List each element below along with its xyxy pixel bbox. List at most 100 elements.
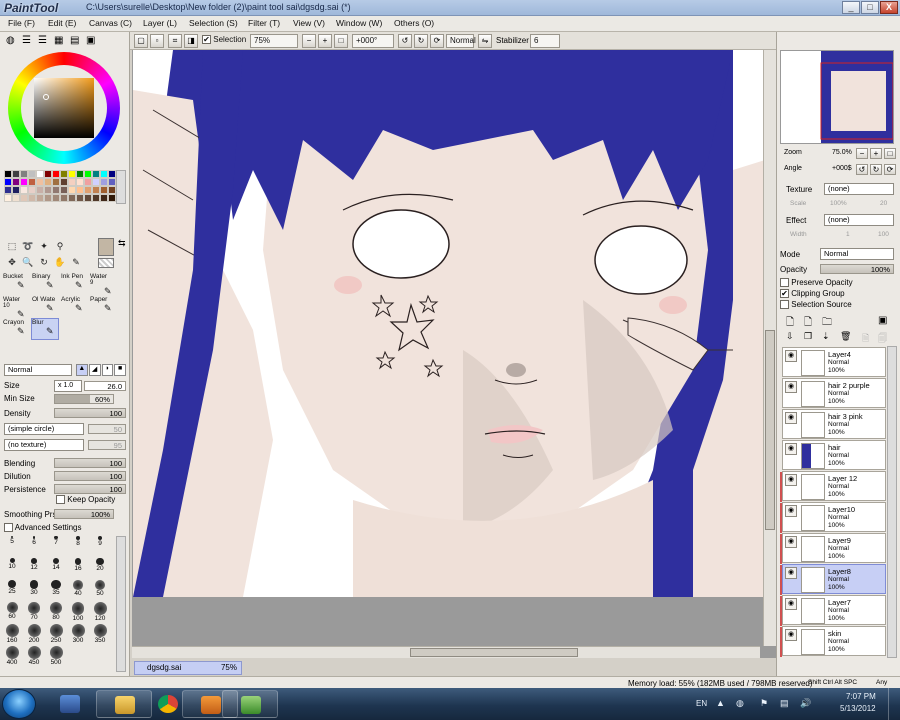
color-swatch[interactable] (108, 170, 116, 178)
brush-size-preset[interactable]: 8 (68, 536, 88, 558)
rotate-left-icon[interactable]: ↺ (398, 34, 412, 48)
crop-icon[interactable]: ⌗ (168, 34, 182, 48)
advanced-settings-option[interactable]: Advanced Settings (4, 523, 82, 533)
primary-color-swatch[interactable] (98, 238, 114, 256)
color-swatch[interactable] (68, 194, 76, 202)
color-swatch[interactable] (36, 170, 44, 178)
menu-file[interactable]: File (F) (8, 18, 35, 28)
zoom-icon[interactable]: 🔍 (22, 256, 34, 268)
brush-size-scrollbar[interactable] (116, 536, 126, 672)
language-indicator[interactable]: EN (696, 699, 707, 708)
tray-network-icon[interactable]: ▤ (780, 698, 789, 709)
swatch-icon[interactable]: ▦ (54, 35, 63, 46)
menu-edit[interactable]: Edit (E) (48, 18, 76, 28)
brush-size-preset[interactable]: 14 (46, 558, 66, 580)
color-swatch[interactable] (92, 178, 100, 186)
brush-size-preset[interactable]: 10 (2, 558, 22, 580)
hsv-slider-icon[interactable]: ☰ (38, 35, 47, 46)
brush-tool-bucket[interactable]: Bucket ✎ (2, 272, 30, 294)
zoom-out-icon[interactable]: − (302, 34, 316, 48)
brush-size-preset[interactable]: 400 (2, 646, 22, 668)
brush-blend-mode[interactable]: Normal (4, 364, 72, 376)
task-explorer[interactable] (96, 690, 152, 718)
color-swatch[interactable] (36, 178, 44, 186)
tray-arrow-icon[interactable]: ▲ (716, 698, 725, 708)
document-tab[interactable]: dgsdg.sai 75% (134, 661, 242, 675)
brush-size-preset[interactable]: 80 (46, 602, 66, 624)
color-swatch[interactable] (92, 186, 100, 194)
brush-tool-acrylic[interactable]: Acrylic ✎ (60, 295, 88, 317)
eye-icon[interactable]: ◉ (785, 350, 797, 362)
brush-size-preset[interactable]: 450 (24, 646, 44, 668)
new-layer-icon[interactable]: 🗋 (786, 315, 794, 332)
maximize-button[interactable]: □ (861, 1, 879, 14)
color-swatch[interactable] (44, 170, 52, 178)
canvas-vertical-scrollbar[interactable] (763, 50, 776, 646)
merge-down-icon[interactable]: ⇣ (822, 331, 830, 342)
color-swatch[interactable] (20, 178, 28, 186)
color-swatch[interactable] (12, 186, 20, 194)
eye-icon[interactable]: ◉ (785, 474, 797, 486)
brush-size-preset[interactable]: 250 (46, 624, 66, 646)
layer-row[interactable]: ◉ Layer8 Normal 100% (780, 564, 886, 595)
canvas-mode-select[interactable]: Normal (446, 34, 476, 48)
magic-wand-icon[interactable]: ✦ (38, 240, 50, 252)
tray-flag-icon[interactable]: ⚑ (760, 698, 768, 709)
color-swatch[interactable] (108, 178, 116, 186)
canvas-artwork[interactable] (133, 50, 765, 597)
eye-icon[interactable]: ◉ (785, 629, 797, 641)
scratchpad-icon[interactable]: ▤ (70, 35, 79, 46)
brush-blend-select[interactable]: Normal (4, 364, 72, 376)
selection-toggle[interactable]: Selection (202, 34, 246, 48)
nav-rotate-reset-icon[interactable]: ⟳ (884, 164, 896, 175)
tray-app-icon[interactable]: ◍ (736, 698, 744, 709)
rect-select-icon[interactable]: ⬚ (6, 240, 18, 252)
rotate-reset-icon[interactable]: ⟳ (430, 34, 444, 48)
close-button[interactable]: X (880, 1, 898, 14)
layer-opacity-slider[interactable]: 100% (820, 264, 894, 274)
brush-tool-blur[interactable]: Blur ✎ (31, 318, 59, 340)
brush-tool-binary[interactable]: Binary ✎ (31, 272, 59, 294)
brush-size-preset[interactable]: 160 (2, 624, 22, 646)
color-swatch[interactable] (36, 194, 44, 202)
horizontal-scroll-thumb[interactable] (410, 648, 578, 657)
nav-fit-icon[interactable]: □ (884, 148, 896, 159)
new-linework-layer-icon[interactable]: 🗋 (804, 315, 812, 332)
brush-size-preset[interactable]: 60 (2, 602, 22, 624)
color-swatch[interactable] (76, 178, 84, 186)
color-swatch[interactable] (60, 170, 68, 178)
advanced-settings-checkbox[interactable] (4, 523, 13, 533)
palette-icon[interactable]: ▣ (86, 35, 95, 46)
color-swatch[interactable] (28, 194, 36, 202)
brush-tool-water[interactable]: Water 10 ✎ (2, 295, 30, 319)
vertical-scroll-thumb[interactable] (765, 330, 775, 530)
color-swatch[interactable] (28, 170, 36, 178)
layer-row[interactable]: ◉ Layer7 Normal 100% (780, 595, 886, 626)
menu-filter[interactable]: Filter (T) (248, 18, 280, 28)
eye-icon[interactable]: ◉ (785, 598, 797, 610)
eye-icon[interactable]: ◉ (785, 443, 797, 455)
color-swatch[interactable] (100, 186, 108, 194)
nav-rotate-right-icon[interactable]: ↻ (870, 164, 882, 175)
show-desktop-button[interactable] (888, 688, 900, 720)
delete-layer-icon[interactable]: 🗑 (840, 331, 851, 342)
color-swatch[interactable] (76, 194, 84, 202)
density-slider[interactable]: 100 (54, 408, 126, 418)
layer-row[interactable]: ◉ skin Normal 100% (780, 626, 886, 657)
invert-icon[interactable]: ◨ (184, 34, 198, 48)
eyedropper-icon[interactable]: ⚲ (54, 240, 66, 252)
color-swatch[interactable] (44, 186, 52, 194)
navigator-preview[interactable] (780, 50, 894, 144)
copy-layer-icon[interactable]: ❐ (804, 331, 812, 342)
shape-hard-icon[interactable]: ■ (114, 364, 126, 376)
color-swatch[interactable] (100, 178, 108, 186)
dilution-slider[interactable]: 100 (54, 471, 126, 481)
min-size-slider[interactable]: 60% (54, 394, 114, 404)
shape-soft-icon[interactable]: ◗ (101, 364, 114, 376)
color-swatch[interactable] (4, 186, 12, 194)
brush-tool-ink-pen[interactable]: Ink Pen ✎ (60, 272, 88, 294)
color-swatch[interactable] (4, 170, 12, 178)
brush-size-preset[interactable]: 50 (90, 580, 110, 602)
brush-size-preset[interactable]: 350 (90, 624, 110, 646)
color-swatch[interactable] (76, 186, 84, 194)
